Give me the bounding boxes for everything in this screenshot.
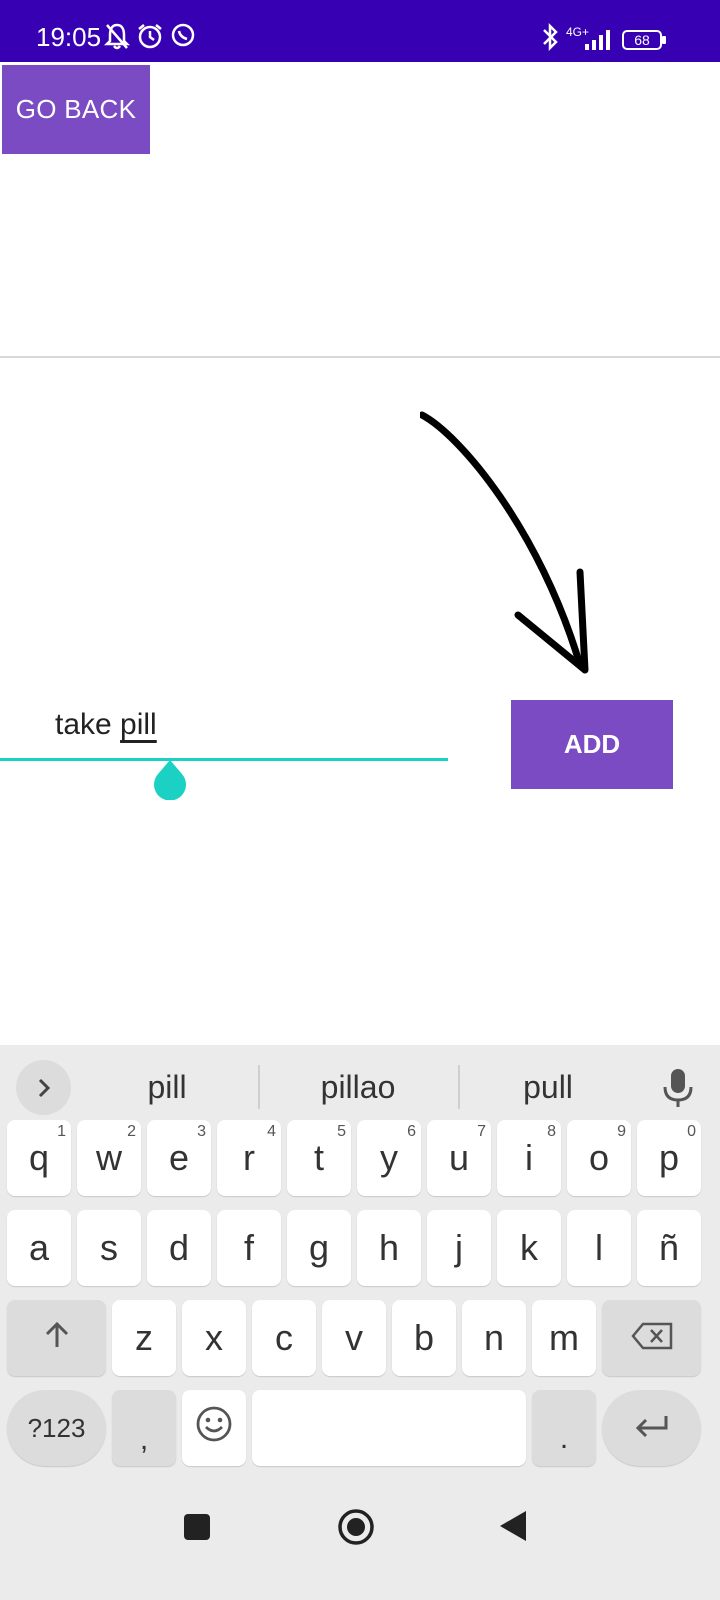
- key-y[interactable]: y6: [357, 1120, 421, 1196]
- suggestion-1[interactable]: pill: [77, 1069, 257, 1106]
- symbols-key[interactable]: ?123: [7, 1390, 106, 1466]
- key-r[interactable]: r4: [217, 1120, 281, 1196]
- shift-icon: [42, 1317, 72, 1359]
- space-key[interactable]: [252, 1390, 526, 1466]
- key-l[interactable]: l: [567, 1210, 631, 1286]
- mic-icon[interactable]: [662, 1067, 694, 1114]
- key-d[interactable]: d: [147, 1210, 211, 1286]
- key-n[interactable]: n: [462, 1300, 526, 1376]
- enter-icon: [632, 1407, 672, 1449]
- key-a[interactable]: a: [7, 1210, 71, 1286]
- add-button[interactable]: ADD: [511, 700, 673, 789]
- key-k[interactable]: k: [497, 1210, 561, 1286]
- shift-key[interactable]: [7, 1300, 106, 1376]
- signal-icon: [583, 28, 613, 55]
- input-underline: [0, 758, 448, 761]
- cursor-handle[interactable]: [152, 760, 188, 801]
- key-z[interactable]: z: [112, 1300, 176, 1376]
- task-input-composing-text: pill: [120, 708, 157, 741]
- keyboard: pill pillao pull q1 w2 e3 r4 t5 y6 u7 i8…: [0, 1045, 720, 1600]
- key-t[interactable]: t5: [287, 1120, 351, 1196]
- key-w[interactable]: w2: [77, 1120, 141, 1196]
- suggestion-divider: [258, 1065, 260, 1109]
- key-g[interactable]: g: [287, 1210, 351, 1286]
- backspace-icon: [630, 1317, 673, 1359]
- home-icon[interactable]: [337, 1508, 375, 1551]
- key-j[interactable]: j: [427, 1210, 491, 1286]
- key-f[interactable]: f: [217, 1210, 281, 1286]
- key-x[interactable]: x: [182, 1300, 246, 1376]
- comma-key[interactable]: ,: [112, 1390, 176, 1466]
- key-b[interactable]: b: [392, 1300, 456, 1376]
- expand-icon[interactable]: [16, 1060, 71, 1115]
- key-o[interactable]: o9: [567, 1120, 631, 1196]
- period-key[interactable]: .: [532, 1390, 596, 1466]
- key-u[interactable]: u7: [427, 1120, 491, 1196]
- whatsapp-icon: [170, 22, 196, 53]
- key-s[interactable]: s: [77, 1210, 141, 1286]
- key-c[interactable]: c: [252, 1300, 316, 1376]
- key-n-tilde[interactable]: ñ: [637, 1210, 701, 1286]
- key-e[interactable]: e3: [147, 1120, 211, 1196]
- battery-level: 68: [634, 32, 650, 48]
- annotation-arrow-icon: [418, 410, 610, 685]
- backspace-key[interactable]: [602, 1300, 701, 1376]
- task-input-text: take: [55, 708, 121, 741]
- key-i[interactable]: i8: [497, 1120, 561, 1196]
- enter-key[interactable]: [602, 1390, 701, 1466]
- bell-off-icon: [103, 22, 131, 55]
- task-input[interactable]: take pill: [55, 700, 503, 764]
- back-icon[interactable]: [498, 1509, 528, 1548]
- status-bar: 19:05 4G+ 68: [0, 0, 720, 62]
- recents-icon[interactable]: [183, 1513, 211, 1546]
- alarm-icon: [136, 22, 164, 55]
- suggestion-2[interactable]: pillao: [268, 1069, 448, 1106]
- divider: [0, 356, 720, 358]
- emoji-icon: [195, 1405, 233, 1452]
- key-p[interactable]: p0: [637, 1120, 701, 1196]
- status-time: 19:05: [36, 22, 102, 52]
- bluetooth-icon: [540, 22, 560, 57]
- key-q[interactable]: q1: [7, 1120, 71, 1196]
- suggestion-3[interactable]: pull: [458, 1069, 638, 1106]
- key-v[interactable]: v: [322, 1300, 386, 1376]
- key-h[interactable]: h: [357, 1210, 421, 1286]
- key-m[interactable]: m: [532, 1300, 596, 1376]
- emoji-key[interactable]: [182, 1390, 246, 1466]
- go-back-button[interactable]: GO BACK: [2, 65, 150, 154]
